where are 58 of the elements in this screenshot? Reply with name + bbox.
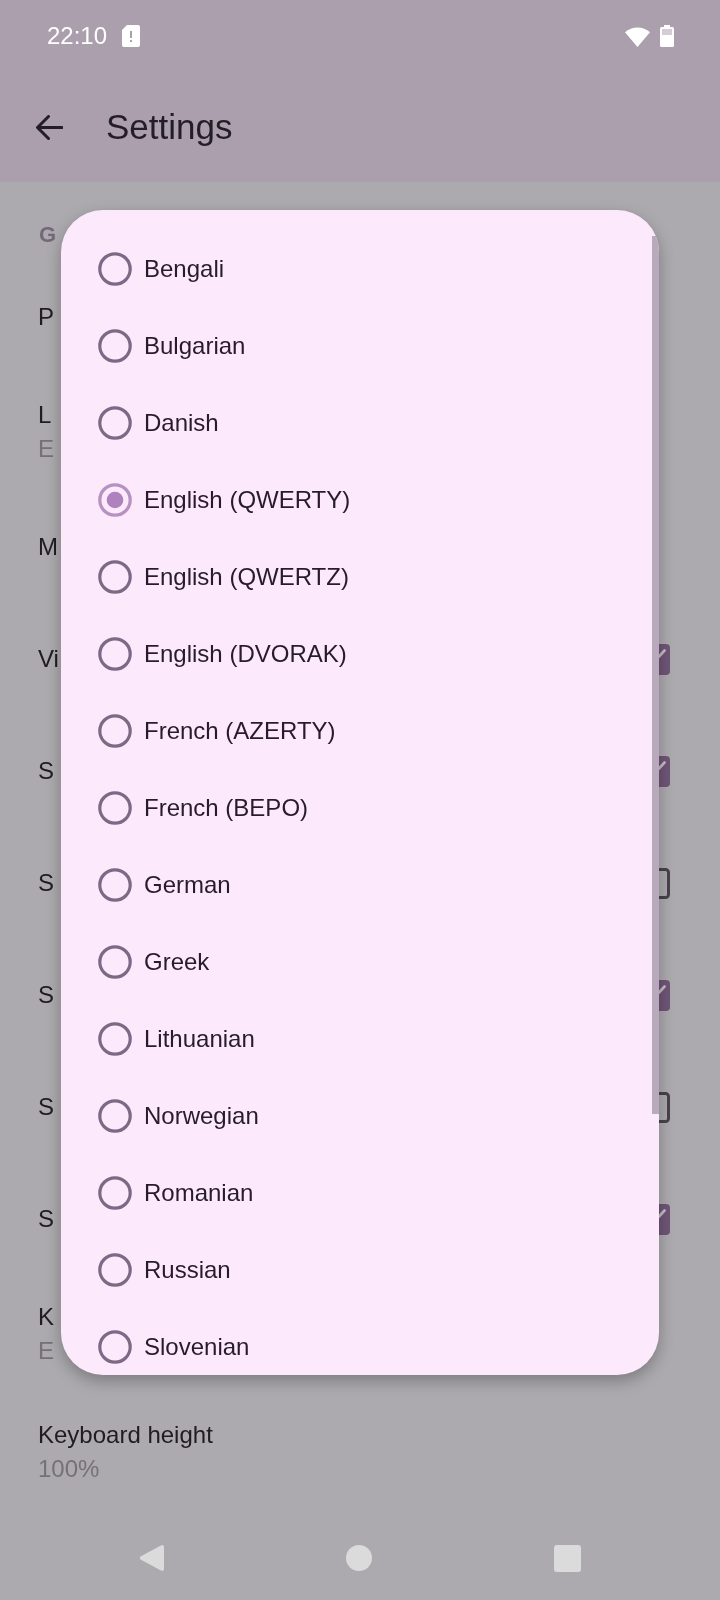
setting-title[interactable]: L: [38, 400, 52, 430]
radio-button[interactable]: [98, 405, 132, 440]
setting-title[interactable]: Keyboard height: [38, 1420, 213, 1450]
language-label[interactable]: Slovenian: [144, 1332, 250, 1361]
status-time: 22:10: [47, 22, 108, 50]
radio-button[interactable]: [98, 1329, 132, 1364]
setting-title[interactable]: K: [38, 1302, 54, 1332]
setting-title[interactable]: S: [38, 1204, 54, 1234]
section-header: G: [39, 221, 57, 249]
checkbox[interactable]: [659, 755, 670, 787]
radio-button[interactable]: [98, 1098, 132, 1133]
radio-button[interactable]: [98, 559, 132, 594]
checkbox[interactable]: [659, 979, 670, 1011]
wifi-icon: [625, 25, 650, 47]
screen-title: Settings: [106, 107, 233, 147]
checkbox[interactable]: [659, 1203, 670, 1235]
setting-title[interactable]: S: [38, 980, 54, 1010]
setting-summary: 100%: [38, 1454, 100, 1484]
language-label[interactable]: German: [144, 870, 231, 899]
checkbox[interactable]: [659, 1091, 670, 1123]
checkbox[interactable]: [659, 867, 670, 899]
setting-title[interactable]: P: [38, 302, 54, 332]
setting-summary: E: [38, 434, 54, 464]
language-label[interactable]: Danish: [144, 408, 219, 437]
back-button[interactable]: [35, 114, 63, 140]
checkbox[interactable]: [659, 643, 670, 675]
language-label[interactable]: English (DVORAK): [144, 639, 347, 668]
language-label[interactable]: Romanian: [144, 1178, 254, 1207]
radio-button[interactable]: [98, 1252, 132, 1287]
setting-title[interactable]: S: [38, 756, 54, 786]
back-arrow-icon: [35, 114, 63, 140]
language-label[interactable]: Russian: [144, 1255, 231, 1284]
battery-icon: [660, 25, 674, 47]
radio-button[interactable]: [98, 482, 132, 517]
language-label[interactable]: Greek: [144, 947, 210, 976]
setting-title[interactable]: S: [38, 868, 54, 898]
setting-title[interactable]: Vi: [38, 644, 59, 674]
language-label[interactable]: Bengali: [144, 254, 225, 283]
radio-button[interactable]: [98, 636, 132, 671]
radio-button[interactable]: [98, 1175, 132, 1210]
radio-button[interactable]: [98, 1021, 132, 1056]
language-label[interactable]: English (QWERTY): [144, 485, 351, 514]
setting-summary: E: [38, 1336, 54, 1366]
language-label[interactable]: Bulgarian: [144, 331, 246, 360]
card-alert-icon: [122, 25, 141, 47]
radio-button[interactable]: [98, 944, 132, 979]
setting-title[interactable]: M: [38, 532, 58, 562]
language-label[interactable]: French (AZERTY): [144, 716, 336, 745]
radio-button[interactable]: [98, 713, 132, 748]
radio-button[interactable]: [98, 867, 132, 902]
language-label[interactable]: Norwegian: [144, 1101, 259, 1130]
radio-button[interactable]: [98, 251, 132, 286]
radio-button[interactable]: [98, 328, 132, 363]
setting-title[interactable]: S: [38, 1092, 54, 1122]
radio-button[interactable]: [98, 790, 132, 825]
language-label[interactable]: English (QWERTZ): [144, 562, 349, 591]
language-label[interactable]: French (BEPO): [144, 793, 309, 822]
language-label[interactable]: Lithuanian: [144, 1024, 255, 1053]
